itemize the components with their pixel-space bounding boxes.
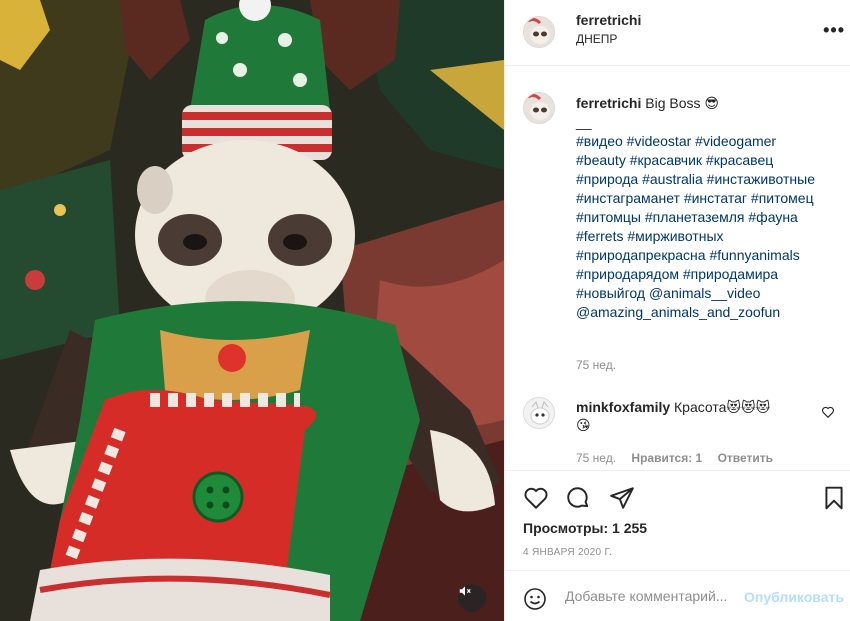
- hashtag-line[interactable]: #природапрекрасна #funnyanimals: [576, 246, 838, 265]
- header-location[interactable]: ДНЕПР: [576, 32, 617, 46]
- comments-section: ferretrichi Big Boss 😎 __ #видео #videos…: [505, 67, 850, 470]
- hashtag-line[interactable]: #ferrets #мирживотных: [576, 227, 838, 246]
- hashtag-line[interactable]: #beauty #красавчик #красавец: [576, 151, 838, 170]
- emoji-icon: [524, 588, 546, 610]
- commenter-username[interactable]: minkfoxfamily: [576, 399, 670, 415]
- add-comment-input[interactable]: [565, 585, 745, 607]
- share-button[interactable]: [609, 485, 635, 514]
- hashtag-line[interactable]: #природа #australia #инстаживотные: [576, 170, 838, 189]
- comment-text: Красота😻😻😻: [674, 399, 771, 415]
- caption-text: Big Boss 😎: [645, 95, 719, 111]
- avatar-image: [524, 93, 554, 123]
- mute-button[interactable]: [458, 584, 486, 612]
- post-actions: Просмотры: 1 255 4 ЯНВАРЯ 2020 Г.: [505, 470, 850, 570]
- post-video[interactable]: [0, 0, 504, 621]
- hashtag-line[interactable]: #инстаграманет #инстатаг #питомец: [576, 189, 838, 208]
- like-button[interactable]: [523, 485, 549, 514]
- caption-line: __: [576, 114, 592, 130]
- speaker-muted-icon: [459, 586, 471, 596]
- post-header: ferretrichi ДНЕПР •••: [505, 0, 850, 66]
- avatar-image: [524, 17, 554, 47]
- bookmark-icon: [825, 486, 843, 510]
- publish-button[interactable]: Опубликовать: [744, 589, 844, 605]
- post-sidebar: ferretrichi ДНЕПР ••• ferretrichi Big Bo…: [504, 0, 850, 621]
- commenter-avatar[interactable]: [523, 397, 555, 429]
- comment-button[interactable]: [565, 485, 591, 514]
- add-comment-bar: Опубликовать: [505, 570, 850, 621]
- post-caption: ferretrichi Big Boss 😎 __ #видео #videos…: [576, 94, 838, 322]
- hashtag-line[interactable]: #новыйгод @animals__video: [576, 284, 838, 303]
- avatar[interactable]: [523, 16, 555, 48]
- comment-meta: 75 нед. Нравится: 1 Ответить: [576, 451, 785, 465]
- share-icon: [610, 487, 634, 509]
- more-horizontal-icon[interactable]: •••: [823, 20, 845, 41]
- comment-icon: [567, 487, 589, 508]
- heart-icon: [524, 487, 548, 509]
- avatar-image: [524, 398, 554, 428]
- emoji-button[interactable]: [523, 587, 547, 614]
- comment-reply-button[interactable]: Ответить: [718, 451, 773, 465]
- heart-icon: [822, 406, 834, 419]
- caption-avatar[interactable]: [523, 92, 555, 124]
- caption-timestamp[interactable]: 75 нед.: [576, 358, 616, 372]
- hashtag-line[interactable]: #природарядом #природамира: [576, 265, 838, 284]
- caption-username[interactable]: ferretrichi: [576, 95, 641, 111]
- view-count[interactable]: Просмотры: 1 255: [523, 520, 647, 536]
- post-date[interactable]: 4 ЯНВАРЯ 2020 Г.: [523, 547, 612, 558]
- comment-body: minkfoxfamily Красота😻😻😻 😘: [576, 398, 816, 434]
- hashtag-line[interactable]: #питомцы #планетаземля #фауна: [576, 208, 838, 227]
- ferret-video-frame: [0, 0, 504, 621]
- save-button[interactable]: [821, 485, 847, 514]
- comment-likes[interactable]: Нравится: 1: [631, 451, 702, 465]
- header-username[interactable]: ferretrichi: [576, 12, 641, 28]
- comment-like-button[interactable]: [821, 405, 835, 422]
- comment-text-2: 😘: [576, 417, 591, 433]
- hashtag-line[interactable]: #видео #videostar #videogamer: [576, 132, 838, 151]
- mention-line[interactable]: @amazing_animals_and_zoofun: [576, 303, 838, 322]
- comment-timestamp[interactable]: 75 нед.: [576, 451, 616, 465]
